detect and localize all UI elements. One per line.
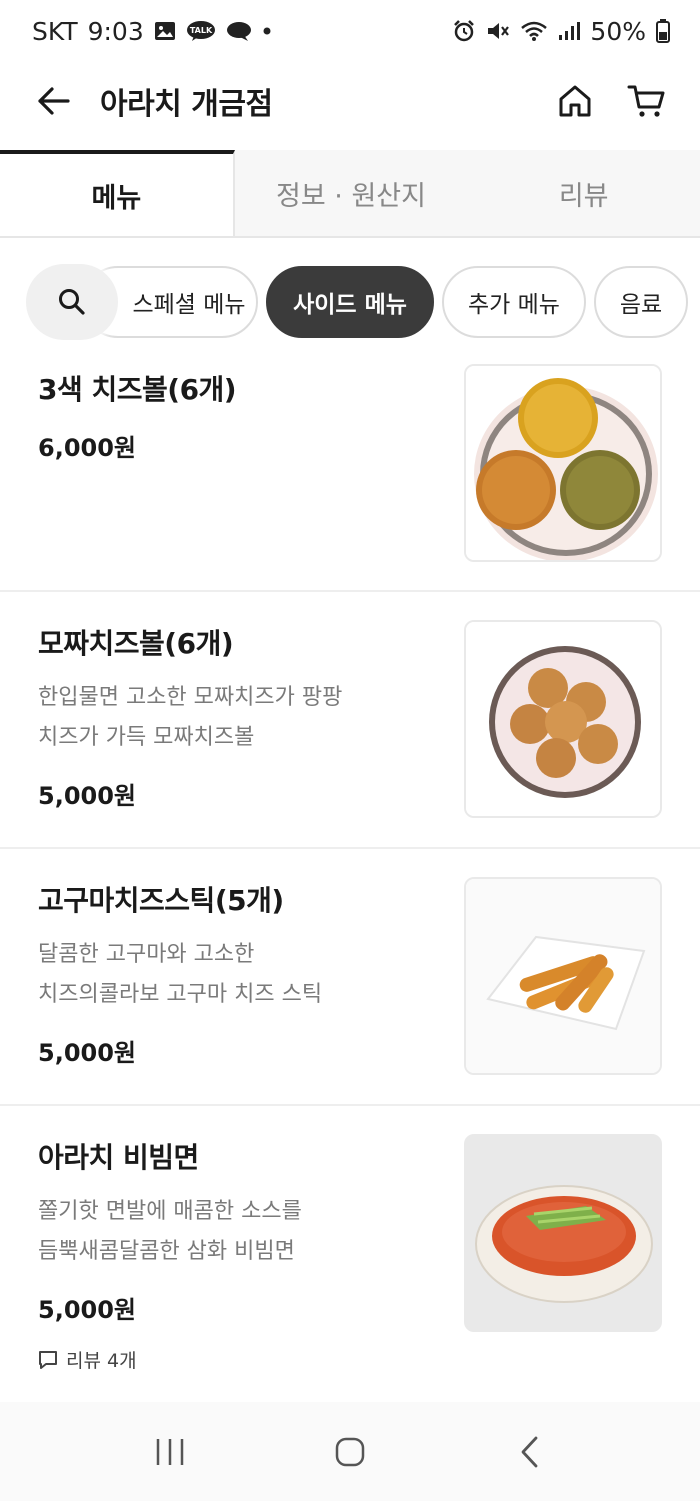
menu-search-button[interactable]	[26, 264, 118, 340]
speech-bubble-icon	[39, 1350, 57, 1369]
carrier-label: SKT	[32, 16, 78, 46]
alarm-icon	[452, 19, 476, 43]
chip-drinks[interactable]: 음료	[594, 266, 688, 338]
store-tabs: 메뉴 정보 · 원산지 리뷰	[0, 150, 700, 238]
home-circle-icon	[335, 1437, 365, 1466]
status-bar: SKT 9:03 TALK 50%	[0, 0, 700, 62]
back-button[interactable]	[28, 76, 78, 126]
three-color-cheese-balls-photo	[466, 366, 660, 560]
item-description-line-1: 달콤한 고구마와 고소한	[38, 942, 255, 967]
sweet-potato-cheese-sticks-photo	[466, 879, 660, 1073]
bibim-noodles-photo	[466, 1136, 660, 1330]
menu-list: 3색 치즈볼(6개) 6,000원 모짜치즈볼(6개) 한입물면 고소한 모짜치…	[0, 342, 700, 1402]
item-image[interactable]	[464, 1134, 662, 1332]
tab-info-origin[interactable]: 정보 · 원산지	[234, 150, 468, 236]
app-header: 아라치 개금점	[0, 62, 700, 140]
item-price: 5,000원	[38, 1296, 136, 1324]
system-back-button[interactable]	[490, 1422, 570, 1482]
status-left: SKT 9:03 TALK	[32, 17, 272, 46]
cart-icon	[627, 85, 665, 117]
menu-item[interactable]: 모짜치즈볼(6개) 한입물면 고소한 모짜치즈가 팡팡 치즈가 가득 모짜치즈볼…	[0, 592, 700, 849]
item-price: 6,000원	[38, 434, 136, 462]
recent-apps-button[interactable]	[130, 1422, 210, 1482]
chip-side-menu[interactable]: 사이드 메뉴	[266, 266, 434, 338]
wifi-icon	[520, 20, 548, 42]
item-name: 아라치 비빔면	[38, 1141, 199, 1174]
back-chevron-icon	[521, 1436, 538, 1467]
system-nav-bar	[0, 1402, 700, 1501]
item-name: 모짜치즈볼(6개)	[38, 627, 234, 660]
clock: 9:03	[87, 16, 144, 46]
system-home-button[interactable]	[310, 1422, 390, 1482]
chip-extra-menu[interactable]: 추가 메뉴	[442, 266, 586, 338]
search-icon	[59, 289, 85, 315]
item-image[interactable]	[464, 620, 662, 818]
item-name: 고구마치즈스틱(5개)	[38, 884, 284, 917]
item-description-line-1: 한입물면 고소한 모짜치즈가 팡팡	[38, 685, 343, 710]
item-description-line-2: 듬뿍새콤달콤한 삼화 비빔면	[38, 1239, 295, 1264]
menu-item[interactable]: 아라치 비빔면 쫄기핫 면발에 매콤한 소스를 듬뿍새콤달콤한 삼화 비빔면 5…	[0, 1106, 700, 1402]
signal-icon	[558, 21, 581, 41]
mute-icon	[486, 20, 510, 42]
item-price: 5,000원	[38, 782, 136, 810]
image-icon	[154, 21, 176, 41]
chat-icon	[226, 20, 252, 42]
battery-icon	[656, 19, 670, 43]
item-image[interactable]	[464, 877, 662, 1075]
menu-item[interactable]: 3색 치즈볼(6개) 6,000원	[0, 342, 700, 592]
item-description-line-2: 치즈가 가득 모짜치즈볼	[38, 725, 255, 750]
cart-button[interactable]	[622, 76, 672, 126]
item-name: 3색 치즈볼(6개)	[38, 373, 237, 406]
tab-reviews[interactable]: 리뷰	[467, 150, 700, 236]
store-title: 아라치 개금점	[100, 87, 273, 122]
item-price: 5,000원	[38, 1039, 136, 1067]
item-description-line-2: 치즈의콜라보 고구마 치즈 스틱	[38, 982, 323, 1007]
home-icon	[559, 85, 591, 117]
battery-percent: 50%	[590, 16, 646, 46]
status-right: 50%	[452, 17, 670, 46]
item-review-link[interactable]: 리뷰 4개	[38, 1346, 137, 1373]
dot-icon	[262, 26, 272, 36]
home-button[interactable]	[550, 76, 600, 126]
kakaotalk-icon: TALK	[186, 20, 216, 42]
menu-item[interactable]: 고구마치즈스틱(5개) 달콤한 고구마와 고소한 치즈의콜라보 고구마 치즈 스…	[0, 849, 700, 1106]
tab-menu[interactable]: 메뉴	[0, 150, 235, 236]
recent-apps-icon	[156, 1438, 184, 1465]
item-image[interactable]	[464, 364, 662, 562]
review-count: 리뷰 4개	[66, 1350, 137, 1372]
item-description-line-1: 쫄기핫 면발에 매콤한 소스를	[38, 1199, 302, 1224]
category-chips: 스페셜 메뉴 사이드 메뉴 추가 메뉴 음료	[0, 262, 700, 342]
mozza-cheese-balls-photo	[466, 622, 660, 816]
back-arrow-icon	[38, 87, 70, 115]
talk-text: TALK	[190, 26, 213, 35]
